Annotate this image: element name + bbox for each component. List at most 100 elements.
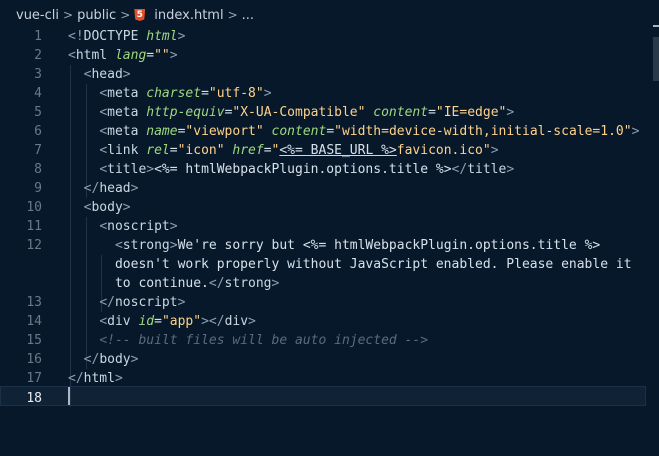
text-cursor [68,387,70,405]
code-token: > [169,48,178,63]
line-number: 11 [26,219,42,234]
code-line[interactable]: 2 <html lang=""> [0,46,659,65]
code-token: rel [146,143,170,158]
code-token: > [248,314,256,329]
code-text: <!DOCTYPE html> [68,27,185,46]
code-token: charset [146,86,202,101]
code-line[interactable]: 6 <meta name="viewport" content="width=d… [0,122,659,141]
code-line[interactable]: 16 </body> [0,350,659,369]
code-editor[interactable]: 1 <!DOCTYPE html> 2 <html lang=""> 3 <head> 4… [0,27,659,456]
code-token: = [326,124,335,139]
code-token: > [130,181,139,196]
code-token: > [271,276,280,291]
line-number: 7 [34,143,42,158]
code-line[interactable]: 12 <strong>We're sorry but <%= htmlWebpa… [0,236,659,255]
code-token: > [169,219,178,234]
code-token: > [506,105,515,120]
code-token: strong [122,238,170,253]
code-line[interactable]: 3 <head> [0,65,659,84]
code-line[interactable]: 11 <noscript> [0,217,659,236]
code-token: html [75,48,108,63]
code-line[interactable]: 15 <!-- built files will be auto injecte… [0,331,659,350]
code-token: <%= BASE_URL %> [279,143,397,158]
code-token: > [130,352,139,367]
code-token: > [169,238,178,253]
breadcrumb-item-folder-root[interactable]: vue-cli [16,8,59,23]
code-text: <head> [68,65,131,84]
code-token: content [373,105,429,120]
code-token: </ [99,295,115,310]
code-token: </ [83,181,100,196]
code-line[interactable]: doesn't work properly without JavaScript… [0,255,659,274]
code-text: </html> [68,369,123,388]
code-text: <html lang=""> [68,46,178,65]
breadcrumb-item-symbols[interactable]: ... [242,8,254,23]
code-text: <link rel="icon" href="<%= BASE_URL %>fa… [68,141,499,160]
code-token: < [99,143,108,158]
code-token: "" [154,48,170,63]
code-token: body [91,200,123,215]
code-line[interactable]: to continue.</strong> [0,274,659,293]
code-token: = [428,105,436,120]
chevron-right-icon: > [120,8,131,22]
code-token: id [138,314,155,329]
line-number: 1 [34,29,42,44]
code-text: doesn't work properly without JavaScript… [68,255,632,274]
code-token: < [99,162,108,177]
code-line[interactable]: 7 <link rel="icon" href="<%= BASE_URL %>… [0,141,659,160]
code-token: strong [224,276,272,291]
code-text: </body> [68,350,139,369]
code-token: head [91,67,123,82]
code-text: <meta charset="utf-8"> [68,84,272,103]
breadcrumb-item-file[interactable]: index.html [154,8,223,23]
line-number: 4 [34,86,42,101]
code-token: > [177,29,186,44]
code-line[interactable]: 17 </html> [0,369,659,388]
code-line[interactable]: 8 <title><%= htmlWebpackPlugin.options.t… [0,160,659,179]
code-token: "X-UA-Compatible" [232,105,366,120]
line-number: 2 [34,48,42,63]
html5-icon: 5 [134,9,146,21]
line-number: 17 [26,371,42,386]
code-text: <noscript> [68,217,178,236]
code-token: < [99,314,108,329]
line-number: 9 [34,181,42,196]
code-line[interactable]: 13 </noscript> [0,293,659,312]
line-number: 6 [34,124,42,139]
code-token: "IE=edge" [435,105,507,120]
code-token: > [114,371,123,386]
line-number: 15 [26,333,42,348]
code-line[interactable]: 10 <body> [0,198,659,217]
code-text: <body> [68,198,131,217]
code-line[interactable]: 5 <meta http-equiv = "X-UA-Compatible" con… [0,103,659,122]
code-token: <!-- built files will be auto injected -… [99,333,429,348]
code-token: "icon" [177,143,225,158]
code-token: title [467,162,507,177]
code-token: ></ [201,314,225,329]
code-token: <! [68,29,84,44]
code-text: <!-- built files will be auto injected -… [68,331,428,350]
code-token: > [177,295,186,310]
code-token: favicon.ico" [396,143,491,158]
code-line[interactable]: 14 <div id="app"></div> [0,312,659,331]
line-number: 12 [26,238,42,253]
code-text: <meta name="viewport" content="width=dev… [68,122,639,141]
code-token: content [271,124,327,139]
code-token: > [490,143,499,158]
code-token: > [263,86,272,101]
code-text: <strong>We're sorry but <%= htmlWebpackP… [68,236,600,255]
code-line[interactable]: 1 <!DOCTYPE html> [0,27,659,46]
line-number: 16 [26,352,42,367]
code-line[interactable]: 9 </head> [0,179,659,198]
code-token: < [68,48,76,63]
breadcrumb-item-folder-public[interactable]: public [77,8,116,23]
code-line[interactable]: 4 <meta charset="utf-8"> [0,84,659,103]
code-token: > [122,67,131,82]
code-token: name [146,124,178,139]
code-line[interactable]: 18 [0,389,659,408]
